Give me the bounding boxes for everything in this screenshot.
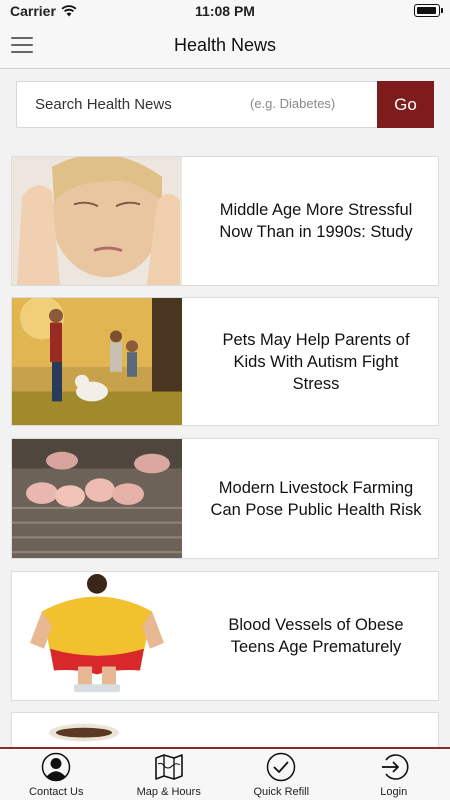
news-title: Blood Vessels of Obese Teens Age Prematu… <box>228 616 404 656</box>
go-button[interactable]: Go <box>377 81 434 128</box>
news-title: Modern Livestock Farming Can Pose Public… <box>210 478 422 519</box>
page-title: Health News <box>173 35 277 55</box>
news-thumbnail-pigs-farm <box>12 439 182 558</box>
checkmark-circle-icon <box>266 752 296 782</box>
tab-bar: Contact Us Map & Hours Quick Refill Logi… <box>0 747 450 800</box>
clock: 11:08 PM <box>195 3 255 19</box>
news-title: Pets May Help Parents of Kids With Autis… <box>222 330 410 393</box>
news-thumbnail-family-with-dog <box>12 298 182 425</box>
search-bar: (e.g. Diabetes) Go <box>16 81 434 128</box>
tab-map-hours[interactable]: Map & Hours <box>113 749 226 800</box>
battery-icon <box>414 4 443 17</box>
news-item[interactable]: Blood Vessels of Obese Teens Age Prematu… <box>11 571 439 701</box>
tab-quick-refill[interactable]: Quick Refill <box>225 749 338 800</box>
login-icon <box>379 752 409 782</box>
map-icon <box>154 752 184 782</box>
news-item[interactable]: Pets May Help Parents of Kids With Autis… <box>11 297 439 426</box>
tab-label: Contact Us <box>29 786 84 798</box>
tab-label: Quick Refill <box>253 786 310 798</box>
news-item[interactable]: Middle Age More Stressful Now Than in 19… <box>11 156 439 286</box>
news-item[interactable]: Modern Livestock Farming Can Pose Public… <box>11 438 439 559</box>
news-thumbnail-person-on-scale <box>12 572 182 700</box>
navigation-bar: Health News <box>0 22 450 69</box>
person-icon <box>41 752 71 782</box>
tab-contact-us[interactable]: Contact Us <box>0 749 113 800</box>
news-thumbnail-stressed-woman <box>12 157 182 285</box>
status-bar: Carrier 11:08 PM <box>0 0 450 22</box>
search-hint: (e.g. Diabetes) <box>250 96 336 111</box>
tab-label: Login <box>380 786 408 798</box>
news-title: Middle Age More Stressful Now Than in 19… <box>219 201 413 241</box>
tab-label: Map & Hours <box>136 786 201 798</box>
tab-login[interactable]: Login <box>338 749 450 800</box>
